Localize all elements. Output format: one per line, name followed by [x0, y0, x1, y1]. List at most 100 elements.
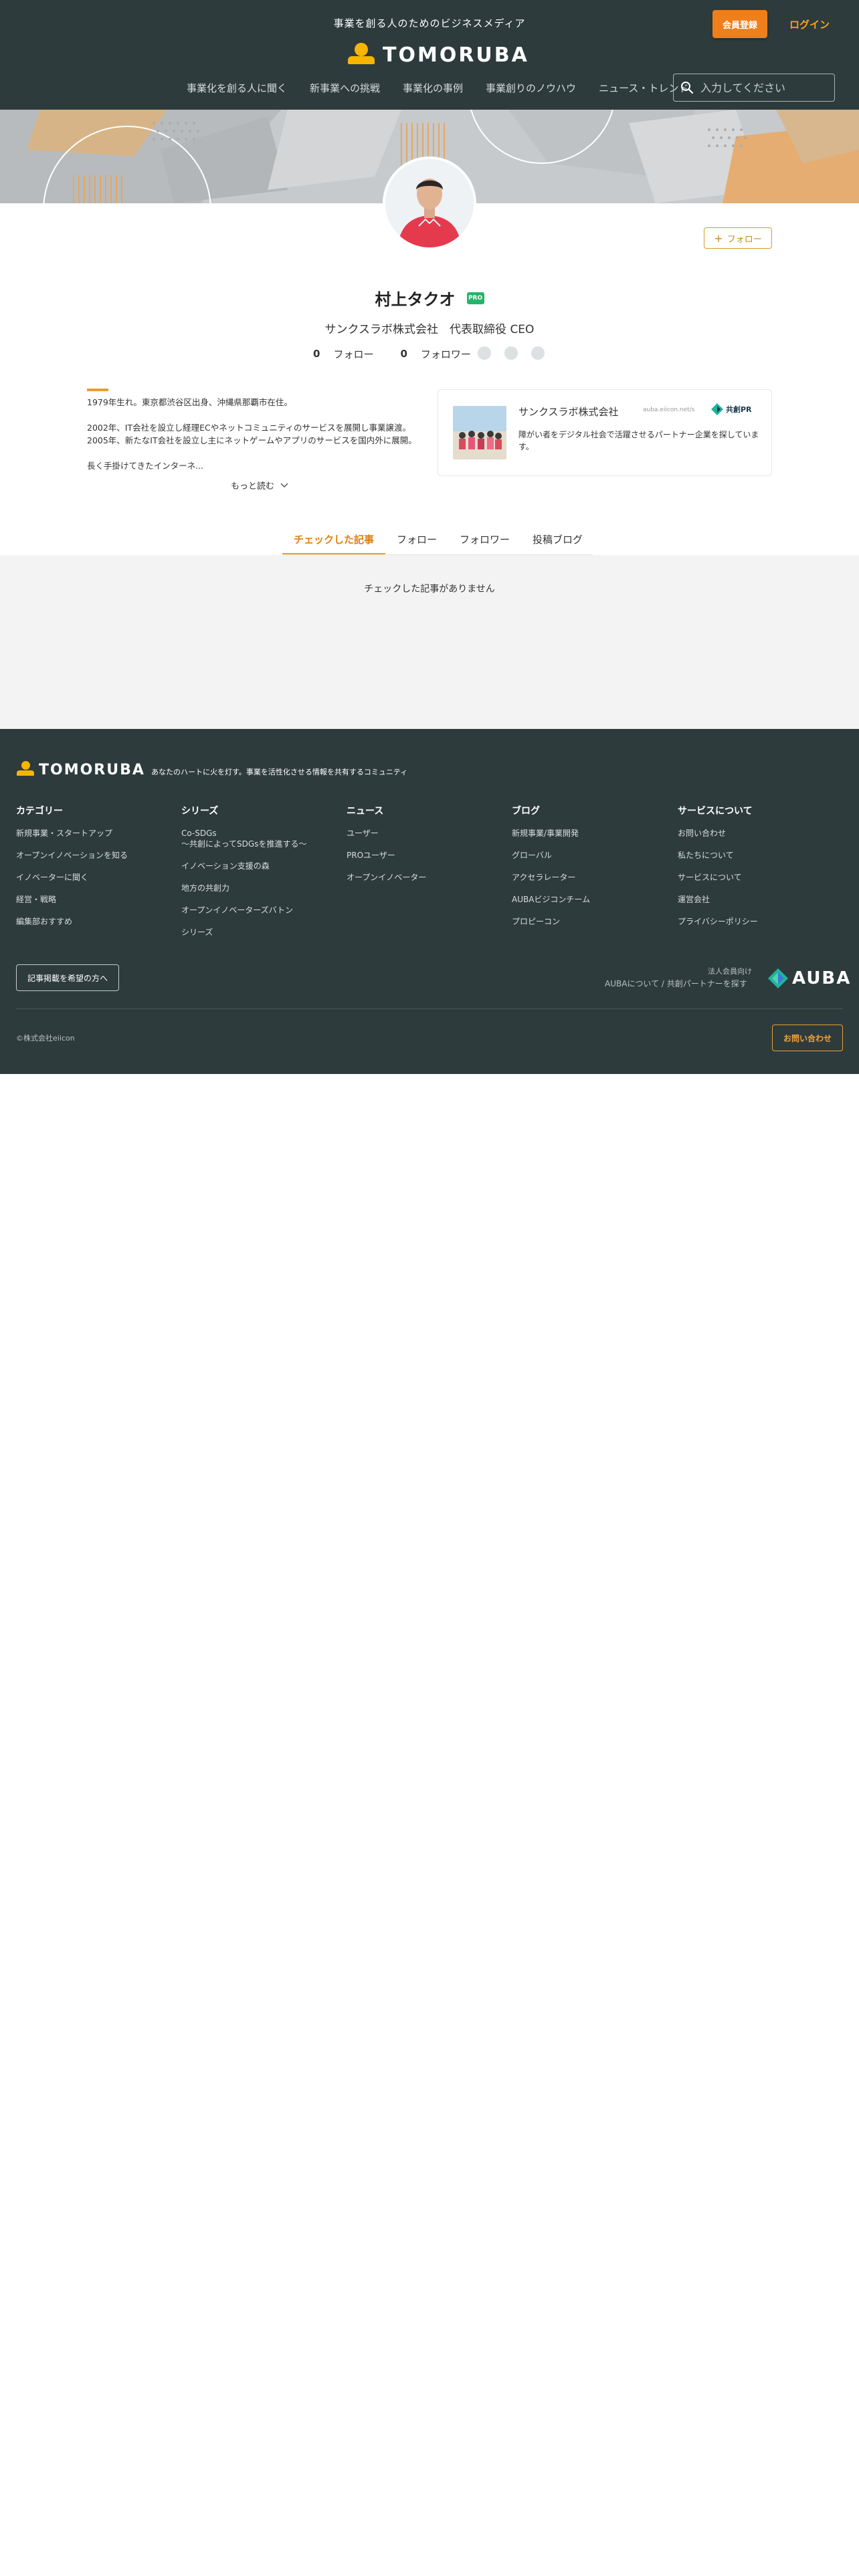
footer-divider [16, 1008, 843, 1009]
empty-message: チェックした記事がありません [364, 584, 495, 595]
footer-link[interactable]: 編集部おすすめ [16, 916, 128, 927]
read-more-label: もっと読む [231, 481, 275, 492]
link-icon[interactable] [531, 346, 545, 360]
footer-link[interactable]: オープンイノベーターズバトン [181, 905, 306, 916]
site-header: 事業を創る人のためのビジネスメディア TOMORUBA 会員登録 ログイン 事業… [0, 0, 859, 110]
chevron-down-icon [280, 482, 288, 488]
tab-following[interactable]: フォロー [385, 527, 448, 555]
profile-tabs: チェックした記事 フォロー フォロワー 投稿ブログ [282, 527, 594, 555]
nav-item-cases[interactable]: 事業化の事例 [391, 79, 474, 98]
bio-accent-bar [87, 389, 108, 391]
bio-paragraph: 長く手掛けてきたインターネ... [87, 461, 204, 471]
site-footer: TOMORUBA あなたのハートに火を灯す。事業を活性化させる情報を共有するコミ… [0, 729, 859, 1074]
footer-link[interactable]: 新規事業/事業開発 [512, 828, 590, 839]
following-count: 0 [313, 348, 320, 360]
footer-link[interactable]: 私たちについて [678, 850, 758, 861]
footer-link[interactable]: 経営・戦略 [16, 894, 128, 905]
company-card[interactable]: サンクスラボ株式会社 auba.eiicon.net/s 共創PR 障がい者をデ… [438, 389, 772, 476]
footer-link[interactable]: Co-SDGs ～共創によってSDGsを推進する～ [181, 828, 306, 849]
auba-logo-text: AUBA [792, 968, 852, 988]
footer-link[interactable]: ユーザー [347, 828, 426, 839]
logo-mark-icon [347, 41, 376, 68]
footer-logo-mark-icon [16, 761, 35, 778]
footer-column-title: シリーズ [181, 806, 219, 817]
facebook-icon[interactable] [478, 346, 491, 360]
bio-paragraph: 1979年生れ。東京都渋谷区出身、沖縄県那覇市在住。 [87, 397, 292, 407]
login-button[interactable]: ログイン [781, 10, 838, 38]
tab-posted-blog[interactable]: 投稿ブログ [521, 527, 594, 555]
bio-paragraph: 2002年、IT会社を設立し経理ECやネットコミュニティのサービスを展開し事業譲… [87, 423, 417, 445]
footer-link[interactable]: お問い合わせ [678, 828, 758, 839]
company-url: auba.eiicon.net/s [643, 407, 695, 413]
copyright: ©株式会社eiicon [16, 1034, 75, 1043]
footer-tagline: あなたのハートに火を灯す。事業を活性化させる情報を共有するコミュニティ [151, 768, 408, 776]
footer-link[interactable]: シリーズ [181, 927, 306, 938]
footer-link[interactable]: アクセラレーター [512, 872, 590, 883]
follower-count: 0 [400, 348, 407, 360]
follow-button[interactable]: + フォロー [704, 227, 772, 249]
auba-link[interactable]: AUBAについて / 共創パートナーを探す [605, 978, 747, 989]
profile-avatar [383, 156, 476, 250]
profile-name-row: 村上タクオ PRO [0, 286, 859, 310]
partner-badge-label: 共創PR [726, 405, 752, 414]
footer-column-title: サービスについて [678, 806, 753, 817]
plus-icon: + [714, 231, 723, 245]
footer-column-title: ニュース [347, 806, 384, 817]
tab-followers[interactable]: フォロワー [448, 527, 521, 555]
footer-link[interactable]: グローバル [512, 850, 590, 861]
footer-link[interactable]: 地方の共創力 [181, 883, 306, 893]
social-links [478, 346, 545, 360]
pro-badge: PRO [466, 292, 484, 304]
footer-column-news: ニュース ユーザー PROユーザー オープンイノベーター [347, 804, 426, 894]
footer-link[interactable]: プロピーコン [512, 916, 590, 927]
recruit-button[interactable]: 記事掲載を希望の方へ [16, 964, 119, 991]
partner-badge: 共創PR [711, 403, 752, 415]
tab-checked-articles[interactable]: チェックした記事 [282, 527, 386, 555]
global-nav: 事業化を創る人に聞く 新事業への挑戦 事業化の事例 事業創りのノウハウ ニュース… [175, 79, 700, 98]
contact-button[interactable]: お問い合わせ [772, 1025, 843, 1051]
profile-name: 村上タクオ [375, 290, 456, 309]
footer-link[interactable]: オープンイノベーター [347, 872, 426, 883]
footer-column-category: カテゴリー 新規事業・スタートアップ オープンイノベーションを知る イノベーター… [16, 804, 128, 938]
twitter-icon[interactable] [504, 346, 518, 360]
footer-column-title: カテゴリー [16, 806, 63, 817]
footer-link[interactable]: 新規事業・スタートアップ [16, 828, 128, 839]
auba-subtitle: 法人会員向け [708, 967, 752, 976]
company-thumbnail [453, 406, 506, 459]
nav-item-challenge[interactable]: 新事業への挑戦 [298, 79, 391, 98]
search-icon [681, 82, 694, 94]
footer-link[interactable]: 運営会社 [678, 894, 758, 905]
auba-logo[interactable]: AUBA [768, 968, 851, 988]
kyoso-logo-icon [711, 403, 723, 415]
footer-link[interactable]: オープンイノベーションを知る [16, 850, 128, 861]
footer-column-title: ブログ [512, 806, 540, 817]
footer-column-series: シリーズ Co-SDGs ～共創によってSDGsを推進する～ イノベーション支援… [181, 804, 306, 949]
nav-item-interview[interactable]: 事業化を創る人に聞く [175, 79, 298, 98]
profile-bio: 1979年生れ。東京都渋谷区出身、沖縄県那覇市在住。 2002年、IT会社を設立… [87, 396, 428, 485]
profile-title: サンクスラボ株式会社 代表取締役 CEO [324, 323, 535, 336]
footer-logo-text: TOMORUBA [39, 761, 145, 778]
footer-logo[interactable]: TOMORUBA [16, 761, 145, 778]
company-description: 障がい者をデジタル社会で活躍させるパートナー企業を探しています。 [518, 430, 759, 451]
footer-link[interactable]: PROユーザー [347, 850, 426, 861]
tab-content-area [0, 555, 859, 729]
following-label[interactable]: フォロー [333, 347, 373, 361]
footer-link[interactable]: AUBAビジコンチーム [512, 894, 590, 905]
site-logo[interactable]: TOMORUBA [347, 41, 529, 68]
follow-counts: 0 フォロー 0 フォロワー [313, 346, 498, 361]
footer-link[interactable]: サービスについて [678, 872, 758, 883]
avatar-image [385, 159, 474, 247]
follower-label[interactable]: フォロワー [421, 347, 471, 361]
footer-link[interactable]: プライバシーポリシー [678, 916, 758, 927]
follow-button-label: フォロー [727, 234, 762, 245]
signup-button[interactable]: 会員登録 [712, 10, 767, 38]
search-input[interactable] [700, 81, 828, 94]
footer-link[interactable]: イノベーション支援の森 [181, 861, 306, 871]
footer-link[interactable]: イノベーターに聞く [16, 872, 128, 883]
nav-item-knowhow[interactable]: 事業創りのノウハウ [474, 79, 587, 98]
read-more-link[interactable]: もっと読む [231, 479, 289, 492]
search-box[interactable] [673, 74, 835, 102]
company-name: サンクスラボ株式会社 [518, 406, 619, 418]
footer-column-service: サービスについて お問い合わせ 私たちについて サービスについて 運営会社 プラ… [678, 804, 758, 938]
auba-logo-mark-icon [768, 968, 788, 988]
